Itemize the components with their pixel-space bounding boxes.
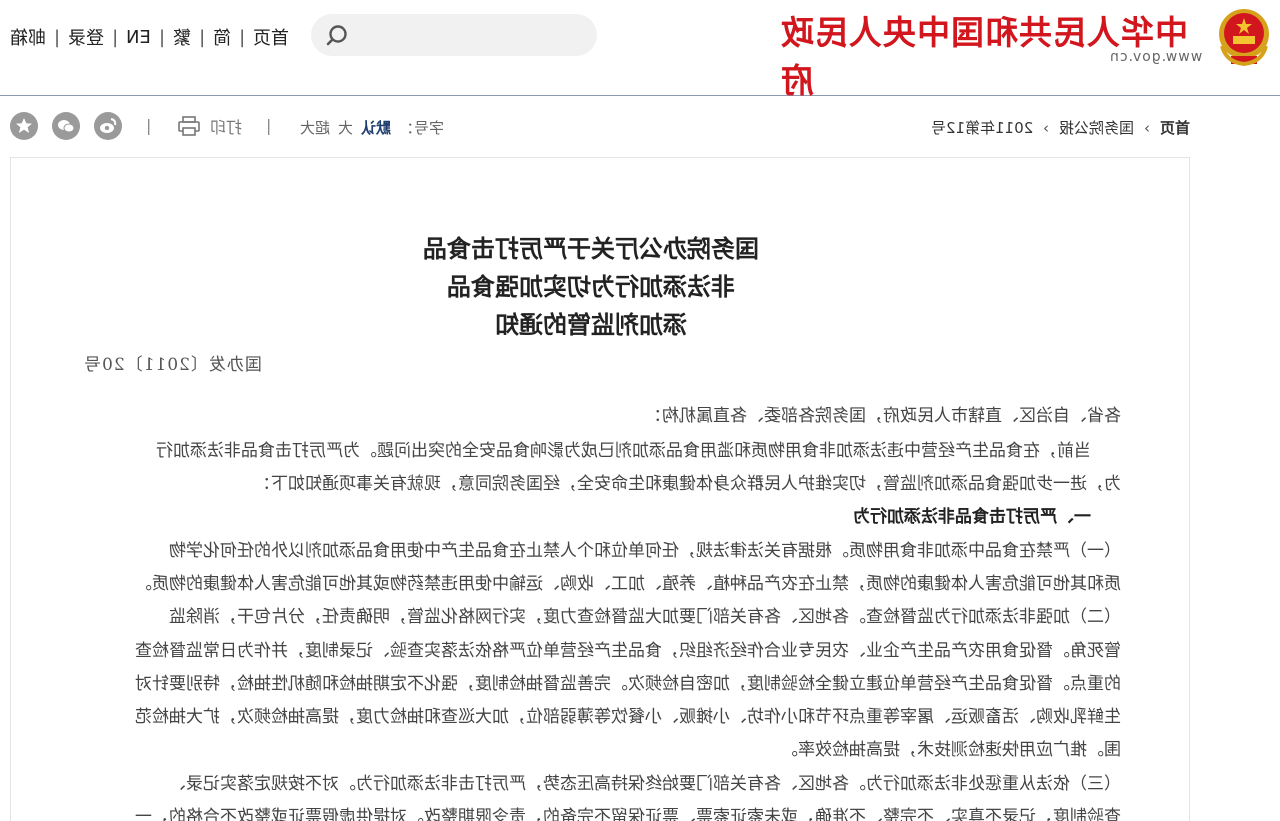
chevron-icon: ‹: [1042, 118, 1049, 137]
divider: |: [112, 26, 119, 48]
divider: |: [266, 116, 272, 135]
paragraph: （一）严禁在食品中添加非食用物质。根据有关法律法规，任何单位和个人禁止在食品生产…: [169, 541, 1121, 561]
breadcrumb-issue[interactable]: 2011年第12号: [931, 117, 1033, 138]
mailbox-link[interactable]: 邮箱: [4, 24, 52, 50]
divider: |: [199, 26, 206, 48]
print-button[interactable]: 打印: [178, 114, 242, 138]
weibo-icon[interactable]: [94, 112, 122, 140]
star-icon[interactable]: [10, 112, 38, 140]
font-size-label: 字号：: [399, 119, 445, 137]
font-option-xlarge[interactable]: 超大: [300, 117, 330, 138]
font-option-default[interactable]: 默认: [361, 117, 391, 138]
paragraph: 围。推广应用快速检测技术，提高抽检效率。: [781, 740, 1121, 760]
breadcrumb-home[interactable]: 首页: [1160, 117, 1190, 138]
document-number: 国办发〔2011〕20号: [83, 355, 262, 375]
national-emblem-icon[interactable]: [1216, 6, 1272, 68]
paragraph: （二）加强非法添加行为监督检查。各地区、各有关部门要加大监督检查力度，实行网格化…: [169, 607, 1121, 627]
breadcrumb: 2011年第12号 ‹ 国务院公报 ‹ 首页: [905, 117, 1190, 138]
paragraph: 管死角。督促食用农产品生产企业、农民专业合作经济组织，食品生产经营单位严格依法落…: [135, 641, 1121, 661]
traditional-chinese-link[interactable]: 繁: [167, 24, 197, 50]
search-input[interactable]: [363, 20, 583, 50]
top-links: 邮箱 | 登录 | EN | 繁 | 简 | 首页: [4, 24, 295, 50]
paragraph: 质和其他可能危害人体健康的物质，禁止在农产品种植、养殖、加工、收购、运输中使用违…: [135, 574, 1121, 594]
font-option-large[interactable]: 大: [338, 117, 353, 138]
simplified-chinese-link[interactable]: 简: [207, 24, 237, 50]
font-size-selector: 超大 大 默认 字号：: [300, 117, 444, 138]
chevron-icon: ‹: [1143, 118, 1150, 137]
search-icon[interactable]: [325, 23, 349, 47]
paragraph: 的重点。督促食品生产经营单位建立健全检验制度，加密自检频次。完善监督抽检制度，强…: [135, 674, 1121, 694]
site-header: 邮箱 | 登录 | EN | 繁 | 简 | 首页 中华人民共和国中央人民政府 …: [0, 0, 1280, 100]
divider: |: [239, 26, 246, 48]
article-toolbar: | 打印 | 超大 大 默认 字号： 2011年第12号 ‹ 国务院公报 ‹ 首…: [0, 108, 1280, 148]
divider: |: [54, 26, 61, 48]
article-card: 国务院办公厅关于严厉打击食品 非法添加行为切实加强食品 添加剂监管的通知 国办发…: [10, 157, 1190, 821]
wechat-icon[interactable]: [52, 112, 80, 140]
divider: |: [146, 116, 152, 135]
paragraph: （三）依法从重惩处非法添加行为。各地区、各有关部门要始终保持高压态势，严厉打击非…: [169, 774, 1121, 794]
paragraph: 各省、自治区、直辖市人民政府，国务院各部委、各直属机构：: [645, 406, 1121, 426]
printer-icon: [178, 116, 200, 136]
divider: |: [159, 26, 166, 48]
site-logo-url: www.gov.cn: [1108, 49, 1202, 65]
login-link[interactable]: 登录: [62, 24, 110, 50]
paragraph: 查验制度，记录不真实、不完整、不准确，或未索证索票、票证保留不完备的，责令限期整…: [135, 807, 1121, 821]
article-title: 国务院办公厅关于严厉打击食品 非法添加行为切实加强食品 添加剂监管的通知: [423, 234, 759, 339]
breadcrumb-bulletin[interactable]: 国务院公报: [1059, 117, 1134, 138]
search-box[interactable]: [311, 14, 597, 56]
print-label: 打印: [210, 118, 243, 137]
paragraph: 为，进一步加强食品添加剂监管，切实维护人民群众身体健康和生命安全，经国务院同意，…: [254, 474, 1121, 494]
paragraph: 当前，在食品生产经营中违法添加非食用物质和滥用食品添加剂已成为影响食品安全的突出…: [156, 441, 1091, 461]
english-link[interactable]: EN: [120, 27, 157, 48]
home-link[interactable]: 首页: [247, 24, 295, 50]
paragraph: 生鲜乳收购、活畜贩运、屠宰等重点环节和小作坊、小摊贩、小餐饮等薄弱部位，加大巡查…: [135, 707, 1121, 727]
section-heading: 一、严厉打击食品非法添加行为: [853, 507, 1091, 527]
